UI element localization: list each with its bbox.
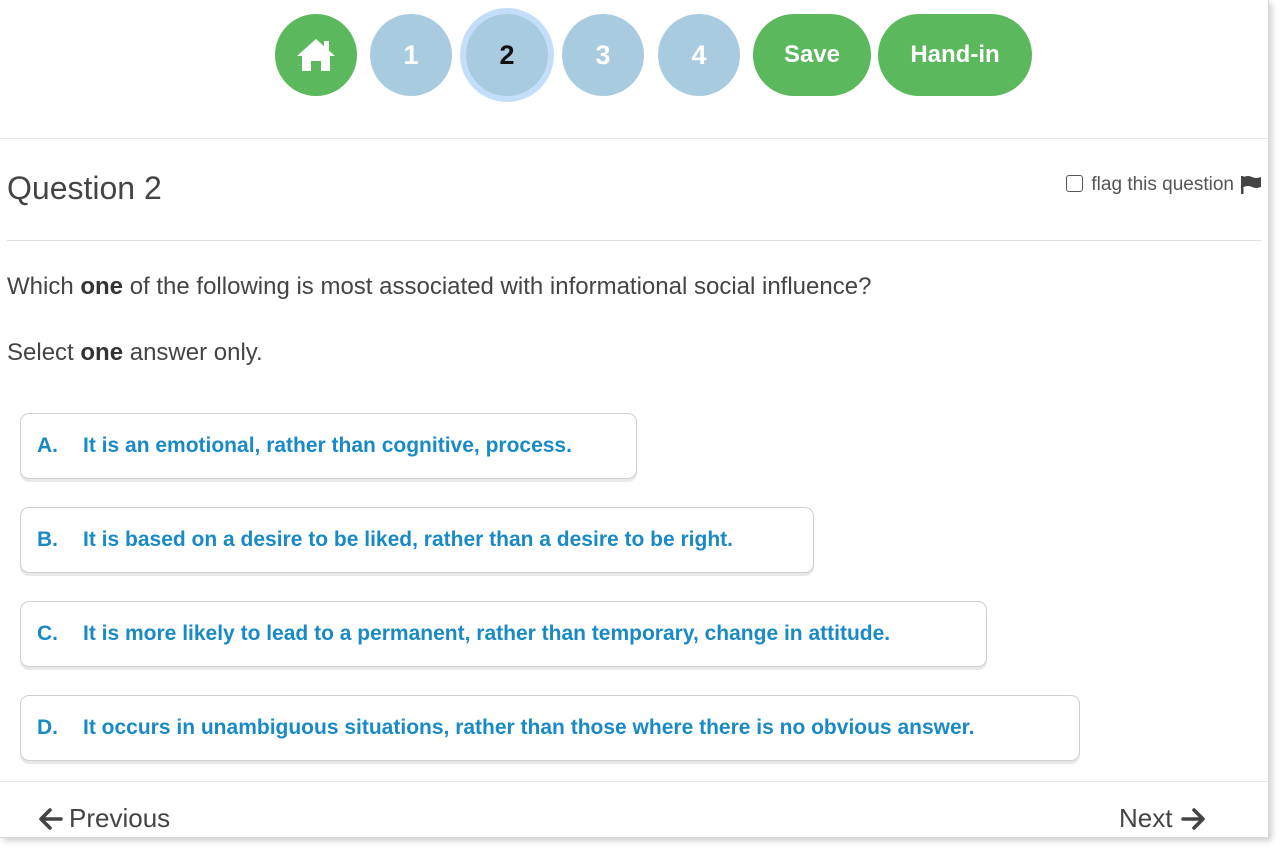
previous-label: Previous <box>69 803 171 833</box>
next-label: Next <box>1119 803 1173 833</box>
hand-in-button[interactable]: Hand-in <box>878 14 1032 96</box>
option-text: It occurs in unambiguous situations, rat… <box>83 716 975 739</box>
exam-window: 1 2 3 4 Save Hand-in Question 2 flag thi… <box>0 0 1269 838</box>
stem-emphasis: one <box>80 273 124 300</box>
save-button[interactable]: Save <box>753 14 871 96</box>
question-title: Question 2 <box>7 170 162 206</box>
next-button[interactable]: Next <box>1119 803 1206 834</box>
option-letter: A. <box>37 434 58 457</box>
flag-question-control[interactable]: flag this question <box>1066 174 1262 196</box>
option-letter: D. <box>37 716 58 739</box>
answer-option-c[interactable]: C. It is more likely to lead to a perman… <box>20 601 987 667</box>
answer-instruction: Select one answer only. <box>7 339 263 367</box>
instruction-emphasis: one <box>80 339 124 366</box>
previous-button[interactable]: Previous <box>38 803 170 834</box>
header-divider <box>7 240 1261 241</box>
question-stem: Which one of the following is most assoc… <box>7 273 871 301</box>
answer-option-d[interactable]: D. It occurs in unambiguous situations, … <box>20 695 1080 761</box>
stem-text-start: Which <box>7 273 81 300</box>
question-4-button[interactable]: 4 <box>658 14 740 96</box>
option-text: It is more likely to lead to a permanent… <box>83 622 891 645</box>
instruction-text-end: answer only. <box>123 339 263 366</box>
answer-option-b[interactable]: B. It is based on a desire to be liked, … <box>20 507 814 573</box>
option-text: It is based on a desire to be liked, rat… <box>83 528 733 551</box>
question-2-button[interactable]: 2 <box>466 14 548 96</box>
flag-checkbox[interactable] <box>1066 174 1084 192</box>
flag-label: flag this question <box>1091 174 1234 195</box>
question-1-button[interactable]: 1 <box>370 14 452 96</box>
flag-icon <box>1241 176 1261 194</box>
home-icon <box>297 39 335 71</box>
option-letter: C. <box>37 622 58 645</box>
answer-option-a[interactable]: A. It is an emotional, rather than cogni… <box>20 413 637 479</box>
option-letter: B. <box>37 528 58 551</box>
instruction-text-start: Select <box>7 339 81 366</box>
arrow-left-icon <box>39 807 63 830</box>
option-text: It is an emotional, rather than cognitiv… <box>83 434 572 457</box>
arrow-right-icon <box>1181 807 1206 830</box>
question-3-button[interactable]: 3 <box>562 14 644 96</box>
question-navigation-bar: 1 2 3 4 Save Hand-in <box>0 0 1268 139</box>
stem-text-end: of the following is most associated with… <box>123 273 872 300</box>
footer-divider <box>0 781 1268 782</box>
home-button[interactable] <box>275 14 357 96</box>
